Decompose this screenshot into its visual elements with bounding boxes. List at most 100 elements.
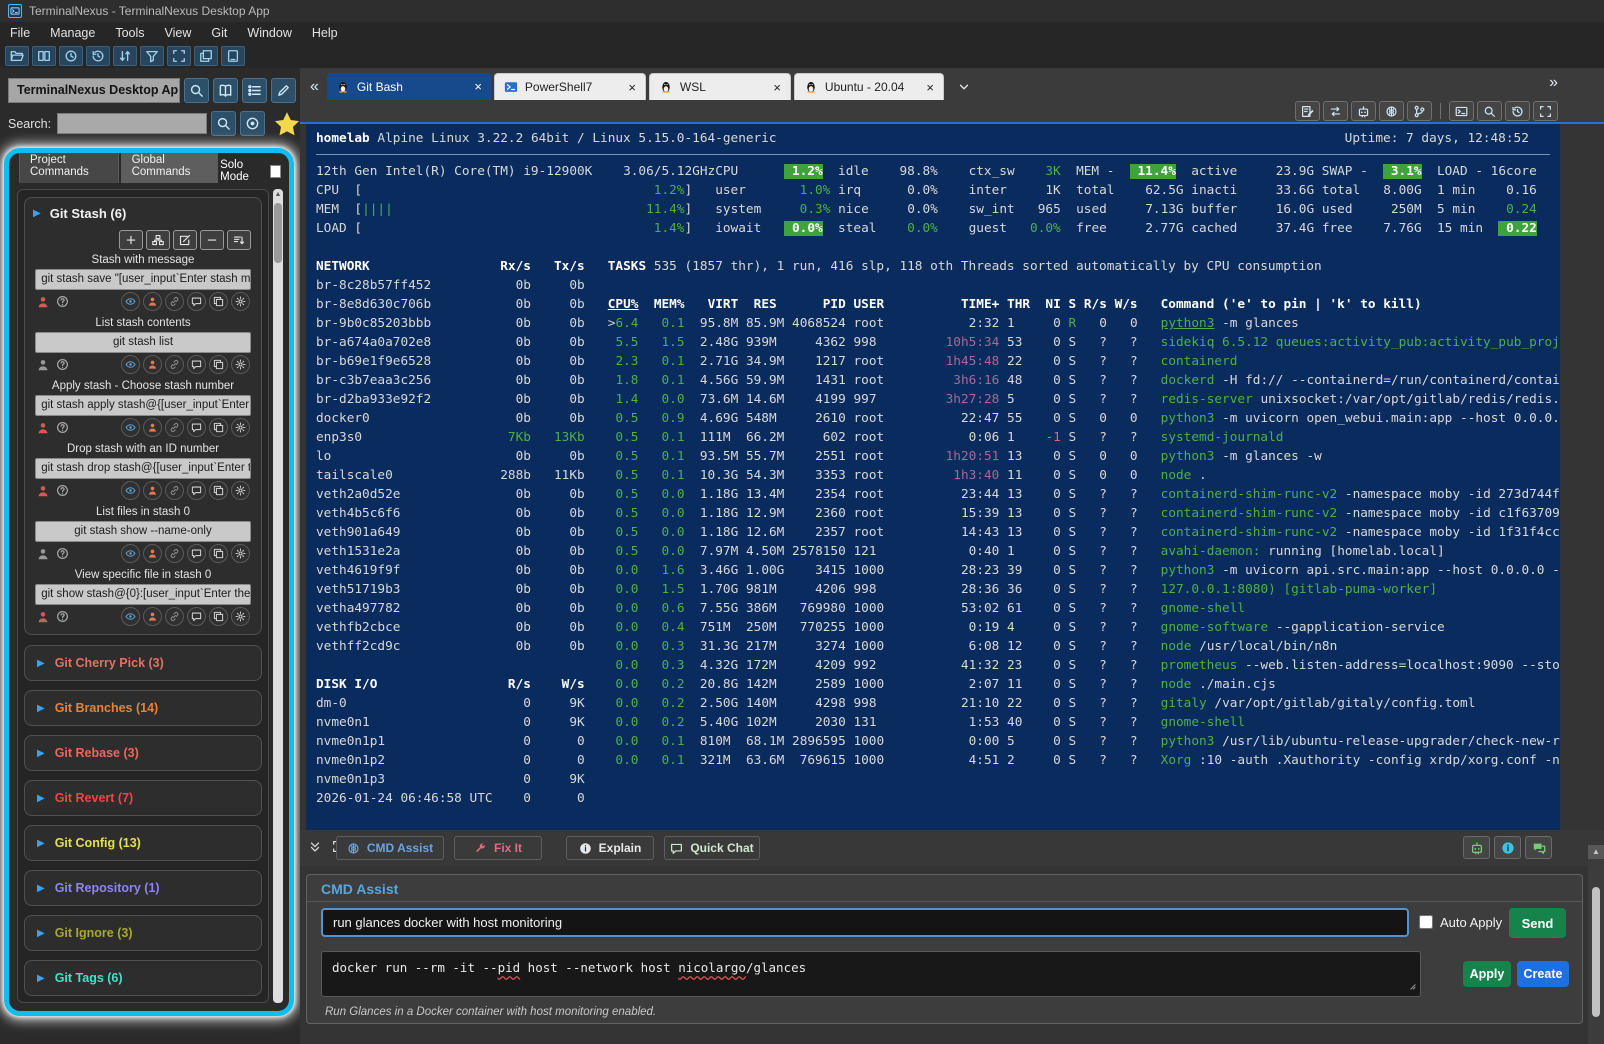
action-link-button[interactable] [165, 355, 184, 374]
fix-it-button[interactable]: Fix It [454, 836, 542, 860]
solo-mode-checkbox[interactable] [270, 165, 281, 178]
tab-close-icon[interactable]: × [912, 80, 934, 95]
action-link-button[interactable] [165, 544, 184, 563]
explain-button[interactable]: Explain [566, 836, 654, 860]
action-copy-button[interactable] [209, 292, 228, 311]
stash-edit-box-button[interactable] [173, 230, 197, 250]
question-icon[interactable] [56, 547, 69, 560]
tabs-scroll-left-icon[interactable]: « [310, 78, 319, 96]
grip-icon[interactable] [1407, 981, 1417, 991]
category-git-tags-6-[interactable]: ▶Git Tags (6) [24, 960, 262, 996]
sidebar-scrollbar[interactable]: ▲ [273, 189, 283, 1003]
auto-apply-checkbox[interactable] [1419, 915, 1433, 929]
action-eye-button[interactable] [121, 607, 140, 626]
chev-double-down-icon[interactable] [308, 840, 322, 854]
menu-item-git[interactable]: Git [201, 26, 237, 40]
action-gear-button[interactable] [231, 481, 250, 500]
toolbar-columns-button[interactable] [32, 46, 56, 66]
assist-chat-multi-button[interactable] [1525, 836, 1552, 859]
toolbar-filter-button[interactable] [140, 46, 164, 66]
search-button[interactable] [184, 78, 209, 103]
question-icon[interactable] [56, 610, 69, 623]
quick-chat-button[interactable]: Quick Chat [664, 836, 760, 860]
terminal-brain-button[interactable] [1379, 101, 1404, 121]
toolbar-open-folder-button[interactable] [5, 46, 29, 66]
terminal-terminal-button[interactable] [1449, 101, 1474, 121]
action-eye-button[interactable] [121, 355, 140, 374]
person-icon[interactable] [36, 358, 50, 372]
tab-global-commands[interactable]: Global Commands [121, 149, 219, 183]
git-stash-header[interactable]: ▶ Git Stash (6) [33, 206, 253, 221]
toolbar-focus-mode-button[interactable] [167, 46, 191, 66]
assist-prompt-input[interactable] [321, 908, 1409, 937]
favorite-star-icon[interactable] [274, 111, 300, 137]
category-git-cherry-pick-3-[interactable]: ▶Git Cherry Pick (3) [24, 645, 262, 681]
create-button[interactable]: Create [1517, 961, 1569, 987]
tab-close-icon[interactable]: × [759, 80, 781, 95]
person-icon[interactable] [36, 484, 50, 498]
person-icon[interactable] [36, 295, 50, 309]
action-chat-button[interactable] [187, 607, 206, 626]
scrollbar-thumb[interactable] [1592, 887, 1600, 1017]
action-person-button[interactable] [143, 607, 162, 626]
tab-close-icon[interactable]: × [460, 79, 482, 94]
panel-expand-icon[interactable]: » [1549, 74, 1558, 92]
action-copy-button[interactable] [209, 481, 228, 500]
terminal-edit-note-button[interactable] [1295, 101, 1320, 121]
action-gear-button[interactable] [231, 355, 250, 374]
command-run-button[interactable]: git stash save "[user_input`Enter stash … [35, 269, 251, 290]
menu-item-manage[interactable]: Manage [40, 26, 105, 40]
stash-org-tree-button[interactable] [146, 230, 170, 250]
action-eye-button[interactable] [121, 292, 140, 311]
tab-project-commands[interactable]: Project Commands [19, 149, 119, 183]
category-git-repository-1-[interactable]: ▶Git Repository (1) [24, 870, 262, 906]
menu-item-window[interactable]: Window [237, 26, 301, 40]
command-run-button[interactable]: git stash apply stash@{[user_input`Enter… [35, 395, 251, 416]
toolbar-sort-button[interactable] [113, 46, 137, 66]
scrollbar-thumb[interactable] [274, 203, 282, 263]
command-run-button[interactable]: git show stash@{0}:[user_input`Enter the… [35, 584, 251, 605]
terminal-git-branch-button[interactable] [1407, 101, 1432, 121]
action-person-button[interactable] [143, 292, 162, 311]
send-button[interactable]: Send [1509, 908, 1566, 938]
star-icon[interactable] [274, 111, 300, 137]
action-link-button[interactable] [165, 418, 184, 437]
action-person-button[interactable] [143, 481, 162, 500]
action-link-button[interactable] [165, 481, 184, 500]
category-git-rebase-3-[interactable]: ▶Git Rebase (3) [24, 735, 262, 771]
toolbar-window-copy-button[interactable] [194, 46, 218, 66]
action-link-button[interactable] [165, 607, 184, 626]
toolbar-history-button[interactable] [86, 46, 110, 66]
command-run-button[interactable]: git stash list [35, 332, 251, 353]
stash-sort-amount-button[interactable] [227, 230, 251, 250]
resize-grip-icon[interactable] [1407, 981, 1417, 991]
terminal-search-button[interactable] [1477, 101, 1502, 121]
toolbar-device-terminal-button[interactable] [221, 46, 245, 66]
action-copy-button[interactable] [209, 355, 228, 374]
scroll-up-icon[interactable]: ▲ [273, 189, 283, 198]
person-icon[interactable] [36, 610, 50, 624]
command-run-button[interactable]: git stash show --name-only [35, 521, 251, 542]
terminal-focus-mode-button[interactable] [1533, 101, 1558, 121]
tab-list-dropdown-icon[interactable] [957, 80, 971, 94]
toolbar-clock-button[interactable] [59, 46, 83, 66]
action-person-button[interactable] [143, 355, 162, 374]
person-icon[interactable] [36, 421, 50, 435]
category-git-ignore-3-[interactable]: ▶Git Ignore (3) [24, 915, 262, 951]
search-input[interactable] [57, 113, 207, 134]
terminal-tab-powershell7[interactable]: PowerShell7× [494, 73, 646, 100]
terminal-tab-ubuntu-20-04[interactable]: Ubuntu - 20.04× [794, 73, 944, 100]
terminal-tab-git-bash[interactable]: Git Bash× [327, 73, 491, 100]
action-person-button[interactable] [143, 544, 162, 563]
stash-minus-button[interactable] [200, 230, 224, 250]
terminal-screen[interactable]: homelab Alpine Linux 3.22.2 64bit / Linu… [306, 122, 1560, 830]
apply-button[interactable]: Apply [1463, 961, 1511, 987]
action-chat-button[interactable] [187, 481, 206, 500]
menu-item-file[interactable]: File [0, 26, 40, 40]
book-button[interactable] [213, 78, 238, 103]
action-eye-button[interactable] [121, 544, 140, 563]
cmd-assist-button[interactable]: CMD Assist [336, 836, 444, 860]
action-chat-button[interactable] [187, 418, 206, 437]
tab-close-icon[interactable]: × [614, 80, 636, 95]
menu-item-help[interactable]: Help [302, 26, 348, 40]
